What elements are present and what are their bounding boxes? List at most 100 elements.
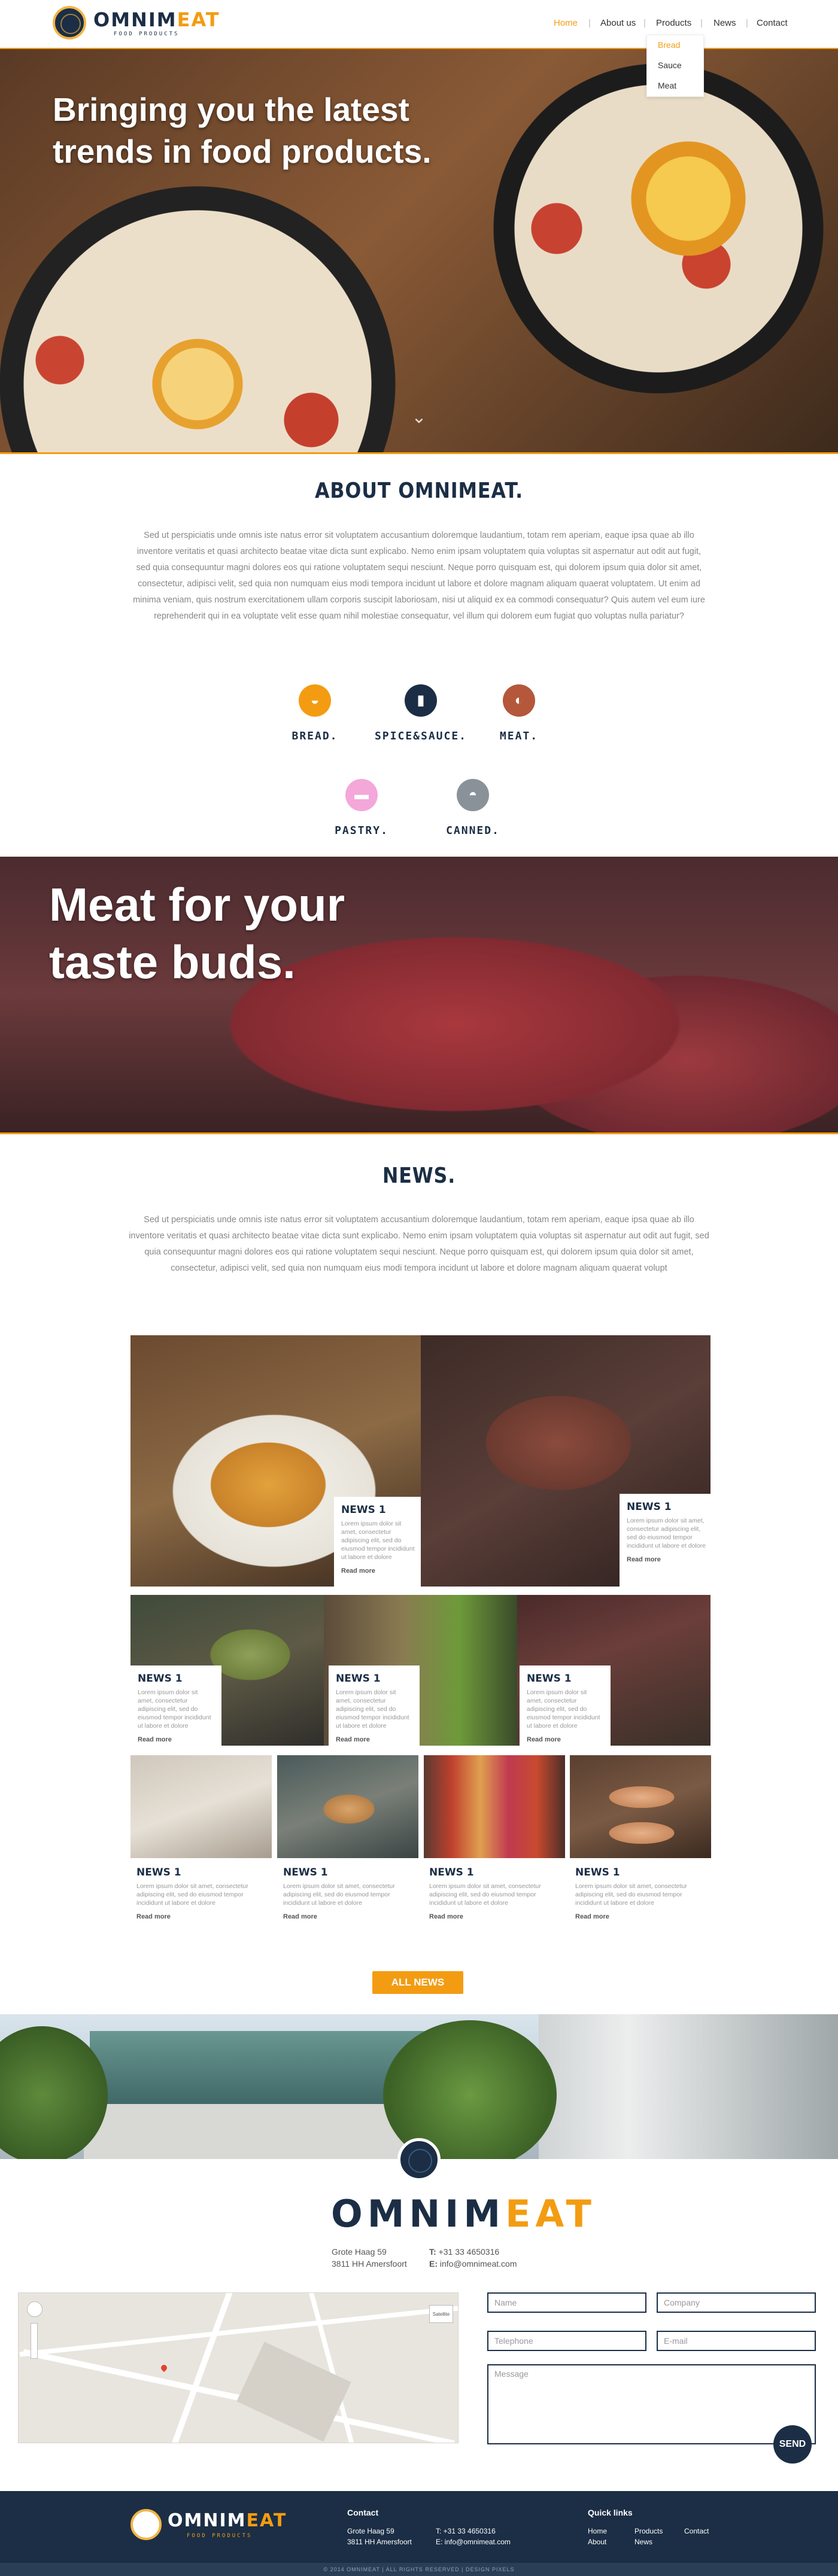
read-more-link[interactable]: Read more (627, 1556, 711, 1563)
tree-center (383, 2020, 557, 2159)
read-more-link[interactable]: Read more (136, 1913, 259, 1920)
read-more-link[interactable]: Read more (138, 1736, 221, 1743)
hero-title: Bringing you the latest trends in food p… (53, 91, 432, 170)
news-item[interactable]: NEWS 1 Lorem ipsum dolor sit amet, conse… (283, 1866, 406, 1920)
dropdown-item-bread[interactable]: Bread (658, 40, 680, 50)
news-title: NEWS. (382, 1164, 456, 1188)
dropdown-item-sauce[interactable]: Sauce (658, 60, 682, 70)
news-item[interactable]: NEWS 1 Lorem ipsum dolor sit amet, conse… (575, 1866, 698, 1920)
message-textarea[interactable]: Message (487, 2364, 816, 2444)
news-card-title: NEWS 1 (336, 1673, 381, 1685)
news-tile-pasta[interactable]: NEWS 1 Lorem ipsum dolor sit amet, conse… (130, 1335, 421, 1587)
footer-link-products[interactable]: Products (634, 2526, 663, 2537)
footer-logo-icon[interactable] (130, 2509, 162, 2540)
news-item-text: Lorem ipsum dolor sit amet, consectetur … (136, 1883, 248, 1907)
nav-news[interactable]: News (713, 18, 736, 28)
dropdown-item-meat[interactable]: Meat (658, 81, 676, 90)
footer-address-line1: Grote Haag 59 (347, 2527, 394, 2535)
footer-link-about[interactable]: About (588, 2537, 606, 2547)
location-map[interactable]: Satellite (18, 2292, 459, 2443)
news-item[interactable]: NEWS 1 Lorem ipsum dolor sit amet, conse… (429, 1866, 552, 1920)
news-item[interactable]: NEWS 1 Lorem ipsum dolor sit amet, conse… (136, 1866, 259, 1920)
hero-banner: Bringing you the latest trends in food p… (0, 49, 838, 453)
logo-part1: OMNIM (93, 8, 177, 31)
nav-products[interactable]: Products (656, 18, 691, 28)
logo-wordmark[interactable]: OMNIMEAT (93, 8, 220, 31)
news-thumb-wraps[interactable] (570, 1755, 711, 1858)
company-field[interactable]: Company (657, 2292, 816, 2313)
footer-link-contact[interactable]: Contact (684, 2526, 709, 2537)
category-meat[interactable]: ◐ MEAT. (465, 684, 573, 742)
footer-wordmark-part1: OMNIM (168, 2510, 247, 2531)
news-card-text: Lorem ipsum dolor sit amet, consectetur … (341, 1520, 415, 1561)
logo-part2: EAT (177, 8, 220, 31)
news-item-title: NEWS 1 (136, 1866, 181, 1878)
globe-logo-icon (397, 2138, 441, 2181)
wordmark-part2: EAT (505, 2192, 596, 2236)
news-tile-salad[interactable]: NEWS 1 Lorem ipsum dolor sit amet, conse… (130, 1595, 324, 1746)
logo-globe-icon[interactable] (53, 6, 86, 39)
news-card: NEWS 1 Lorem ipsum dolor sit amet, conse… (130, 1665, 221, 1746)
read-more-link[interactable]: Read more (527, 1736, 611, 1743)
all-news-button[interactable]: ALL NEWS (372, 1971, 463, 1994)
email-field[interactable]: E-mail (657, 2331, 816, 2351)
nav-contact[interactable]: Contact (757, 18, 788, 28)
contact-email[interactable]: info@omnimeat.com (440, 2259, 517, 2269)
footer-email[interactable]: E: info@omnimeat.com (436, 2537, 511, 2547)
cake-icon: ▬ (345, 779, 378, 811)
read-more-link[interactable]: Read more (429, 1913, 552, 1920)
products-dropdown-menu: Bread Sauce Meat (646, 35, 704, 97)
read-more-link[interactable]: Read more (341, 1567, 421, 1575)
map-road (19, 2306, 458, 2357)
telephone-field[interactable]: Telephone (487, 2331, 646, 2351)
scroll-down-chevron-icon[interactable]: ⌄ (407, 407, 431, 431)
footer-telephone[interactable]: T: +31 33 4650316 (436, 2526, 511, 2537)
map-pin-icon[interactable] (159, 2363, 169, 2373)
map-satellite-toggle[interactable]: Satellite (429, 2305, 453, 2323)
news-card-text: Lorem ipsum dolor sit amet, consectetur … (627, 1517, 706, 1549)
news-thumb-table[interactable] (130, 1755, 272, 1858)
footer-link-home[interactable]: Home (588, 2526, 607, 2537)
category-spice-sauce[interactable]: ▮ SPICE&SAUCE. (367, 684, 475, 742)
read-more-link[interactable]: Read more (336, 1736, 420, 1743)
read-more-link[interactable]: Read more (283, 1913, 406, 1920)
map-block (236, 2341, 351, 2442)
news-item-title: NEWS 1 (429, 1866, 474, 1878)
news-card-title: NEWS 1 (341, 1504, 386, 1516)
map-pan-control-icon[interactable] (27, 2301, 42, 2317)
building-right-wing (539, 2014, 838, 2159)
footer-wordmark[interactable]: OMNIMEAT (168, 2510, 287, 2531)
can-icon: ◓ (457, 779, 489, 811)
send-button[interactable]: SEND (773, 2425, 812, 2464)
news-tile-steak[interactable]: NEWS 1 Lorem ipsum dolor sit amet, conse… (421, 1335, 711, 1587)
news-item-text: Lorem ipsum dolor sit amet, consectetur … (429, 1883, 541, 1907)
meat-banner-title: Meat for your taste buds. (49, 878, 345, 988)
footer-contact-details: T: +31 33 4650316 E: info@omnimeat.com (436, 2526, 511, 2547)
news-thumb-bottles[interactable] (424, 1755, 565, 1858)
nav-about[interactable]: About us (600, 18, 636, 28)
meat-banner: Meat for your taste buds. (0, 857, 838, 1133)
map-zoom-slider[interactable] (31, 2323, 38, 2359)
news-card-title: NEWS 1 (527, 1673, 572, 1685)
name-field[interactable]: Name (487, 2292, 646, 2313)
banner-divider (0, 1132, 838, 1134)
contact-wordmark: OMNIMEAT (331, 2192, 596, 2236)
news-card-text: Lorem ipsum dolor sit amet, consectetur … (138, 1689, 211, 1729)
news-tile-drinks[interactable]: NEWS 1 Lorem ipsum dolor sit amet, conse… (324, 1595, 517, 1746)
category-bread[interactable]: ◒ BREAD. (261, 684, 369, 742)
news-item-text: Lorem ipsum dolor sit amet, consectetur … (575, 1883, 687, 1907)
news-thumb-dish[interactable] (277, 1755, 418, 1858)
category-pastry[interactable]: ▬ PASTRY. (308, 779, 415, 837)
nav-home[interactable]: Home (554, 18, 578, 28)
read-more-link[interactable]: Read more (575, 1913, 698, 1920)
contact-telephone[interactable]: +31 33 4650316 (439, 2247, 500, 2257)
category-label: SPICE&SAUCE. (374, 730, 467, 742)
news-tile-tomatoes[interactable]: NEWS 1 Lorem ipsum dolor sit amet, conse… (517, 1595, 711, 1746)
footer-contact-heading: Contact (347, 2508, 379, 2517)
footer-link-news[interactable]: News (634, 2537, 652, 2547)
building-base (84, 2104, 431, 2159)
news-card-text: Lorem ipsum dolor sit amet, consectetur … (527, 1689, 600, 1729)
footer-address: Grote Haag 59 3811 HH Amersfoort (347, 2526, 412, 2547)
category-canned[interactable]: ◓ CANNED. (419, 779, 527, 837)
category-label: BREAD. (292, 730, 338, 742)
